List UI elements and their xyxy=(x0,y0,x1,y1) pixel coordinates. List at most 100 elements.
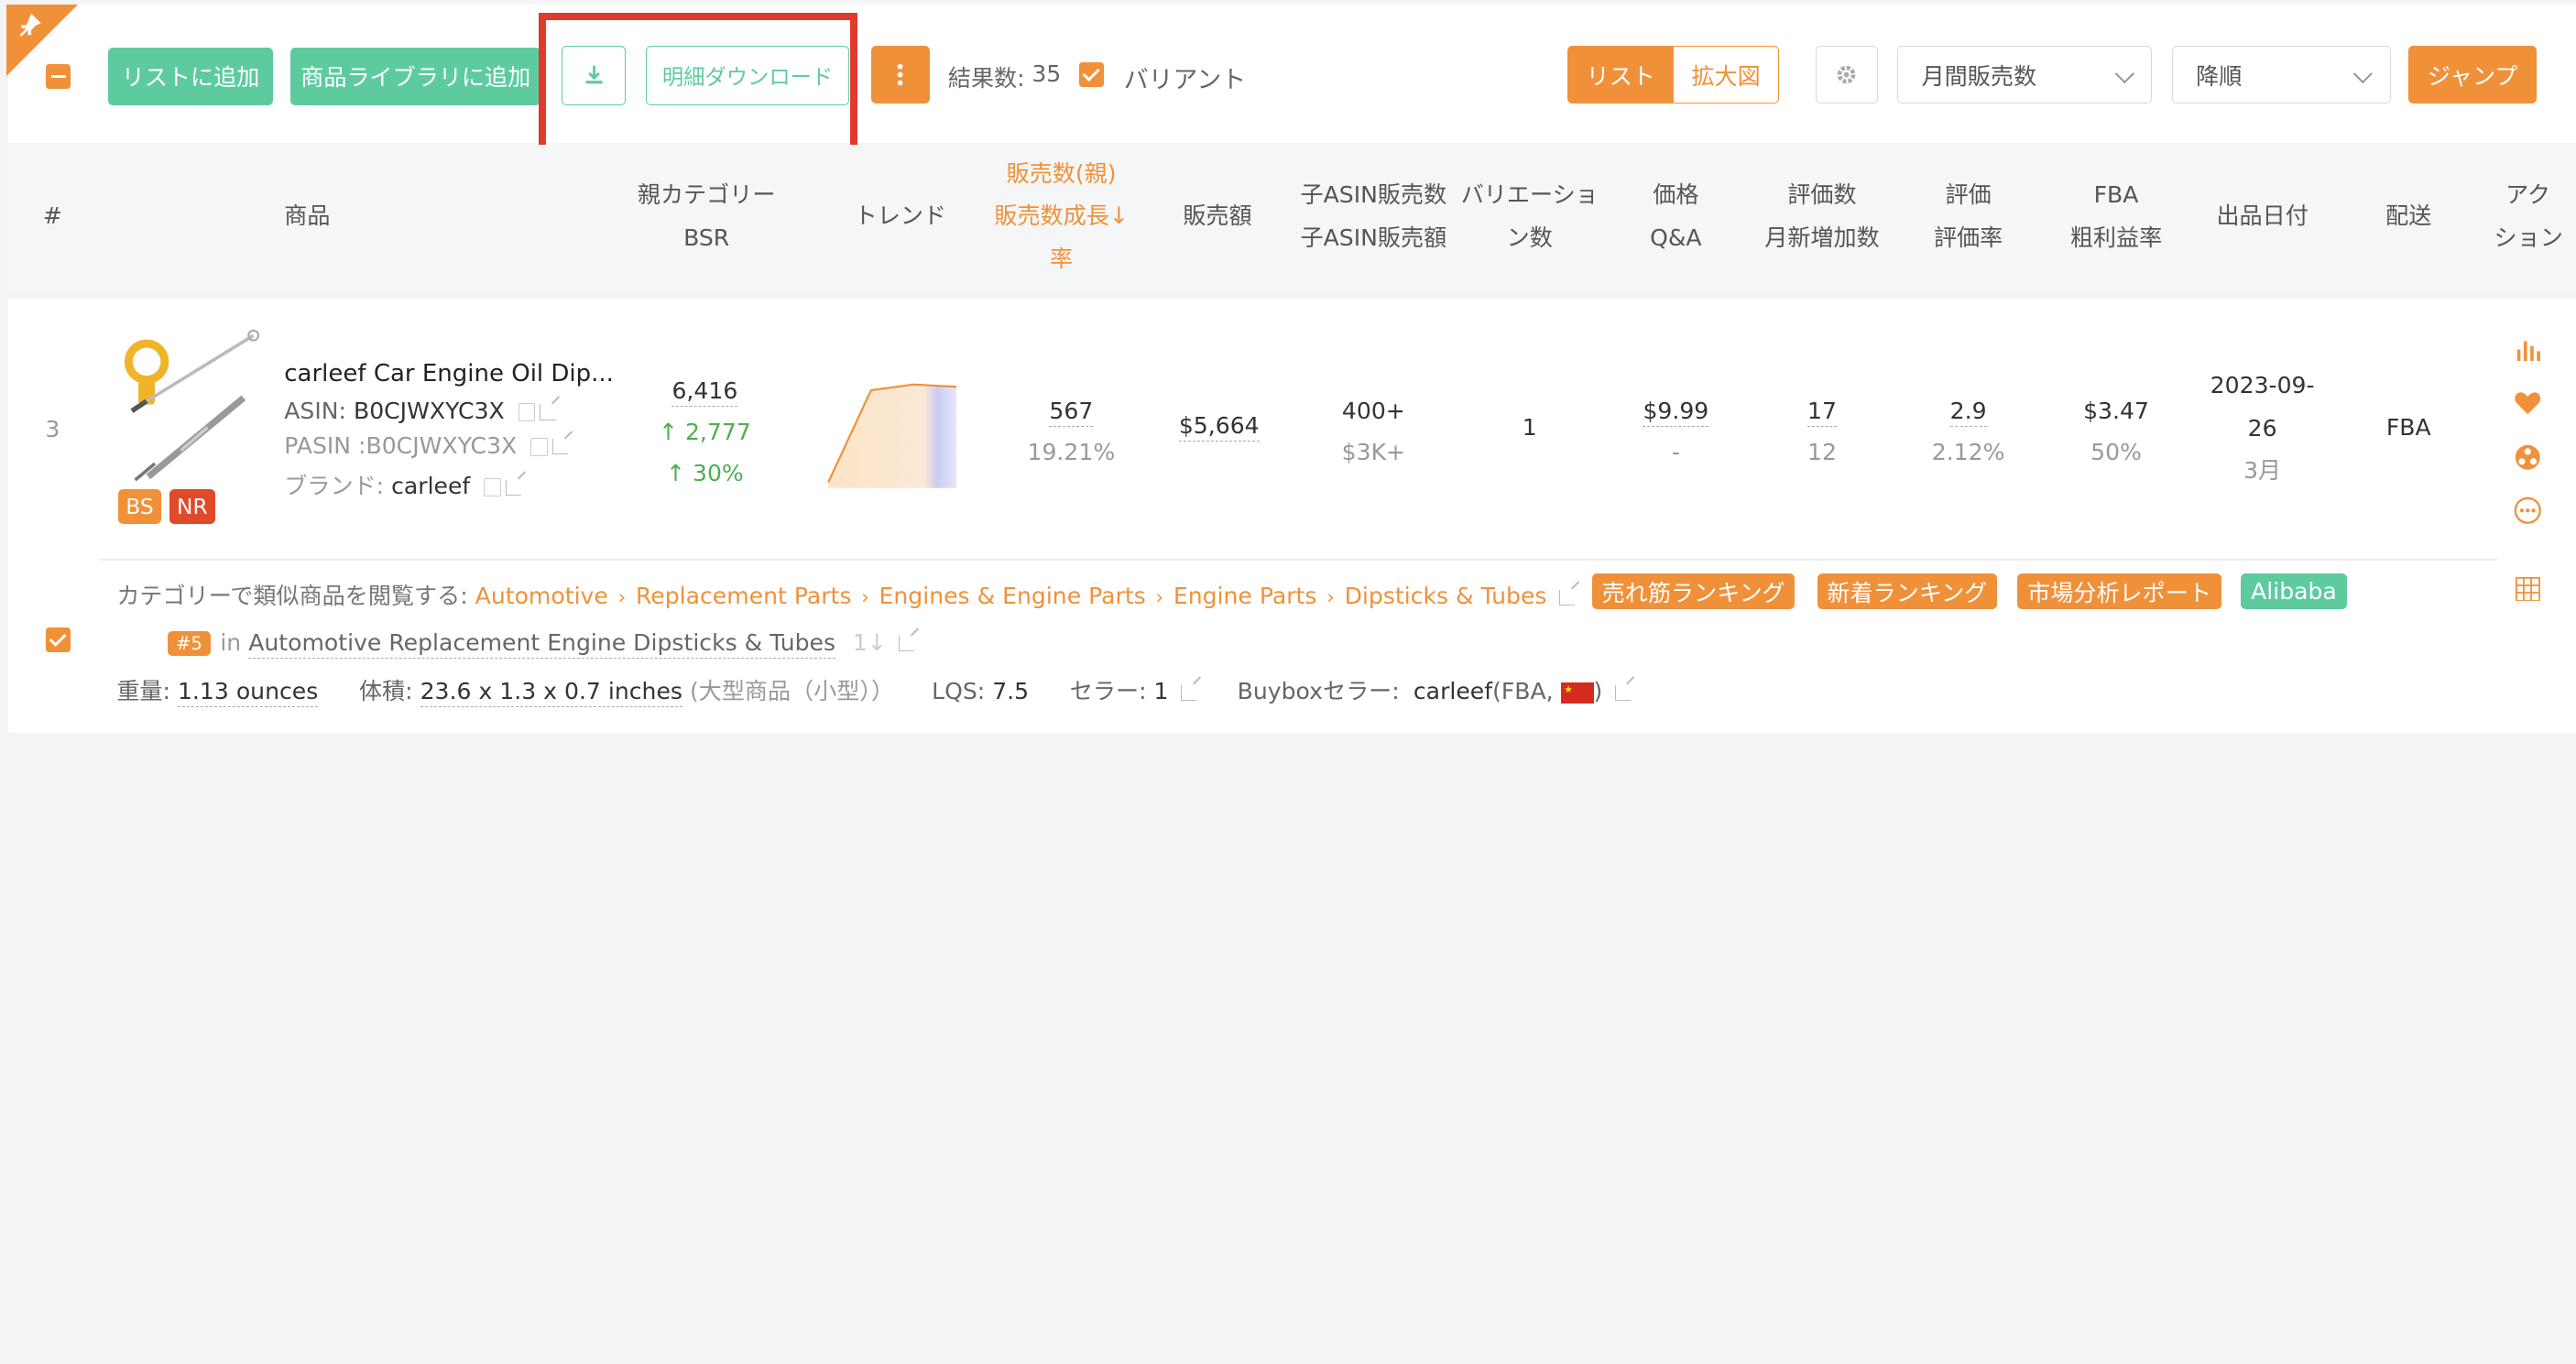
col-variation-line1: バリエーショ xyxy=(1460,181,1599,209)
col-action-line2: ション xyxy=(2494,224,2563,251)
col-parent-category-line2: BSR xyxy=(683,224,730,251)
reviews-value[interactable]: 17 xyxy=(1807,397,1837,427)
best-seller-ranking-tag[interactable]: 売れ筋ランキング xyxy=(1591,573,1796,610)
col-product: 商品 xyxy=(284,202,331,230)
table-icon[interactable] xyxy=(2515,576,2540,602)
breadcrumb-link[interactable]: Dipsticks & Tubes xyxy=(1345,583,1547,609)
rank-in: in xyxy=(220,628,242,656)
external-link-icon[interactable] xyxy=(505,479,522,496)
copy-icon[interactable] xyxy=(530,437,548,456)
qa-value: - xyxy=(1671,438,1680,465)
external-link-icon[interactable] xyxy=(1614,684,1631,701)
trend-chart[interactable] xyxy=(822,366,969,495)
col-trend: トレンド xyxy=(854,202,947,230)
select-all-checkbox[interactable] xyxy=(46,63,71,89)
more-options-button[interactable] xyxy=(870,46,931,104)
breadcrumb-link[interactable]: Replacement Parts xyxy=(636,583,851,609)
external-link-icon[interactable] xyxy=(899,636,915,652)
child-revenue: $3K+ xyxy=(1341,438,1406,465)
add-to-library-button[interactable]: 商品ライブラリに追加 xyxy=(290,48,541,105)
date-line2: 26 xyxy=(2247,414,2277,442)
brand-label: ブランド: xyxy=(284,473,385,500)
breadcrumb-separator: › xyxy=(617,586,627,610)
badge-bs: BS xyxy=(118,489,161,525)
col-price-line2: Q&A xyxy=(1650,224,1702,251)
col-price-line1: 価格 xyxy=(1653,181,1699,209)
row-checkbox[interactable] xyxy=(46,627,71,652)
heart-icon[interactable] xyxy=(2514,391,2541,416)
chevron-down-icon xyxy=(2353,63,2374,83)
bsr-value[interactable]: 6,416 xyxy=(671,377,738,408)
product-pasin: PASIN :B0CJWXYC3X xyxy=(284,431,569,459)
col-action-line1: アク xyxy=(2505,181,2551,209)
sort-order-select[interactable]: 降順 xyxy=(2172,46,2391,104)
variations-cell: 1 xyxy=(1522,413,1537,441)
share-circle-icon[interactable] xyxy=(2514,443,2541,471)
gear-icon xyxy=(1838,65,1856,84)
rank-category-link[interactable]: Automotive Replacement Engine Dipsticks … xyxy=(248,628,836,659)
breadcrumb-separator: › xyxy=(1326,586,1335,610)
breadcrumb-link[interactable]: Engines & Engine Parts xyxy=(879,583,1146,609)
external-link-icon[interactable] xyxy=(1180,684,1196,701)
col-price: 価格 Q&A xyxy=(1627,174,1726,259)
col-fba: FBA 粗利益率 xyxy=(2060,174,2172,259)
sort-field-select[interactable]: 月間販売数 xyxy=(1897,46,2153,104)
buybox-seller: carleef xyxy=(1413,678,1493,705)
product-title[interactable]: carleef Car Engine Oil Dip... xyxy=(284,360,614,387)
fba-margin: 50% xyxy=(2090,438,2142,465)
sales-cell: 567 19.21% xyxy=(1006,391,1137,474)
rating-value[interactable]: 2.9 xyxy=(1949,397,1987,427)
fba-profit: $3.47 xyxy=(2083,397,2149,424)
price-cell: $9.99 - xyxy=(1619,391,1734,474)
col-rating-line1: 評価 xyxy=(1945,181,1992,209)
settings-button[interactable] xyxy=(1815,46,1878,104)
seller-label: セラー: xyxy=(1069,678,1147,705)
sort-field-value: 月間販売数 xyxy=(1921,62,2037,90)
product-brand: ブランド: carleef xyxy=(284,468,522,501)
jump-button[interactable]: ジャンプ xyxy=(2408,46,2538,104)
badge-nr: NR xyxy=(169,489,215,525)
view-zoom-button[interactable]: 拡大図 xyxy=(1672,46,1780,104)
bsr-up: ↑ 2,777 xyxy=(658,419,751,446)
variant-label: バリアント xyxy=(1123,65,1247,94)
col-shipping: 配送 xyxy=(2385,202,2432,230)
external-link-icon[interactable] xyxy=(551,439,569,455)
col-revenue: 販売額 xyxy=(1183,202,1252,230)
reviews-cell: 17 12 xyxy=(1773,391,1872,474)
col-reviews-line2: 月新増加数 xyxy=(1764,224,1880,251)
product-image[interactable] xyxy=(115,329,263,484)
copy-icon[interactable] xyxy=(518,403,536,421)
pasin-label: PASIN : xyxy=(284,431,366,459)
view-list-button[interactable]: リスト xyxy=(1566,46,1675,104)
revenue-value[interactable]: $5,664 xyxy=(1178,412,1260,442)
col-reviews: 評価数 月新増加数 xyxy=(1754,174,1889,259)
revenue-cell: $5,664 xyxy=(1150,412,1288,442)
new-ranking-tag[interactable]: 新着ランキング xyxy=(1817,573,1998,610)
bar-chart-icon[interactable] xyxy=(2516,338,2542,362)
breadcrumb-separator: › xyxy=(861,586,869,610)
external-link-icon[interactable] xyxy=(1558,589,1575,606)
brand-value: carleef xyxy=(391,473,471,500)
rank-badge: #5 xyxy=(167,630,211,656)
market-report-tag[interactable]: 市場分析レポート xyxy=(2017,573,2221,610)
pasin-value: B0CJWXYC3X xyxy=(366,431,518,459)
variant-checkbox[interactable] xyxy=(1079,62,1105,88)
price-value[interactable]: $9.99 xyxy=(1643,397,1709,427)
breadcrumb-separator: › xyxy=(1155,586,1164,610)
alibaba-tag[interactable]: Alibaba xyxy=(2241,573,2347,610)
more-circle-icon[interactable] xyxy=(2514,496,2541,524)
rating-cell: 2.9 2.12% xyxy=(1919,391,2018,474)
breadcrumb-link[interactable]: Automotive xyxy=(475,583,608,609)
add-to-list-button[interactable]: リストに追加 xyxy=(108,48,273,105)
external-link-icon[interactable] xyxy=(540,404,556,420)
rank-arrows: 1↓ xyxy=(852,628,887,656)
sales-value[interactable]: 567 xyxy=(1049,397,1094,427)
copy-icon[interactable] xyxy=(484,478,501,497)
col-child-line2: 子ASIN販売額 xyxy=(1300,224,1447,251)
col-sales[interactable]: 販売数(親) 販売数成長↓ 率 xyxy=(979,153,1143,281)
category-breadcrumb: カテゴリーで類似商品を閲覧する: Automotive › Replacement … xyxy=(116,578,1575,611)
col-child-line1: 子ASIN販売数 xyxy=(1300,181,1447,209)
breadcrumb: Automotive › Replacement Parts › Engines & E… xyxy=(475,583,1547,609)
breadcrumb-link[interactable]: Engine Parts xyxy=(1173,583,1317,609)
col-child-asin: 子ASIN販売数 子ASIN販売額 xyxy=(1286,174,1460,259)
